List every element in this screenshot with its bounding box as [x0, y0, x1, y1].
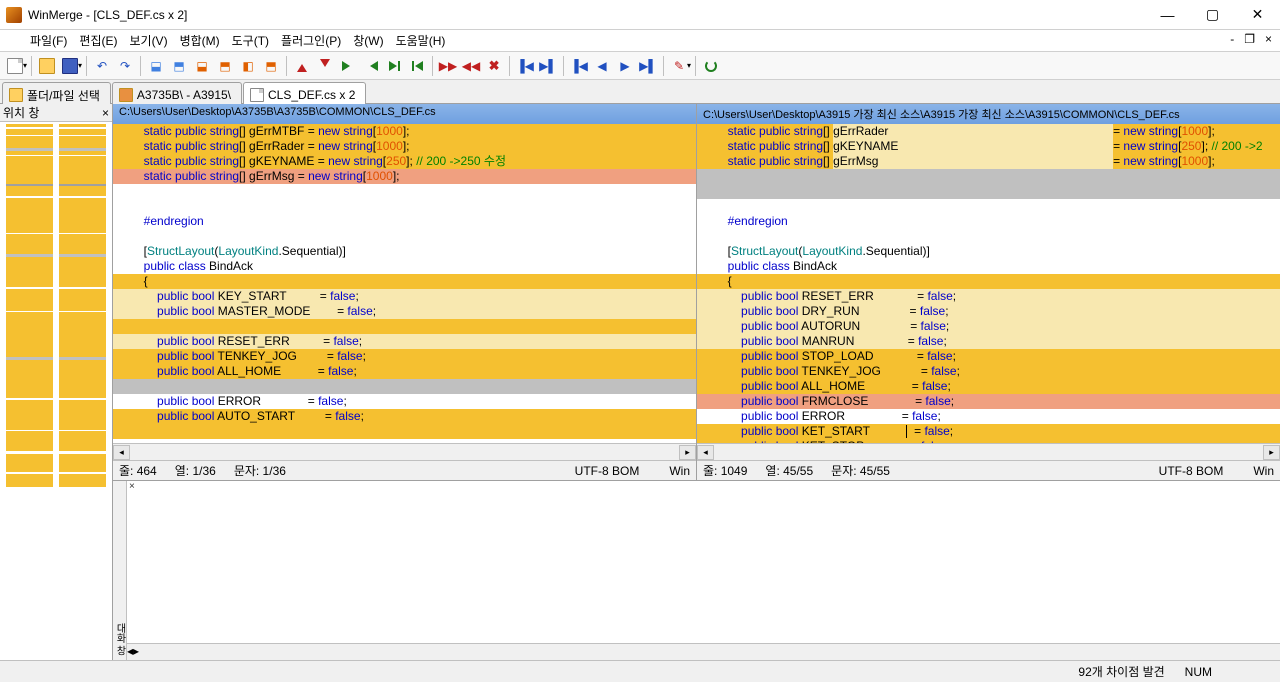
undo-button[interactable]: ↶	[91, 55, 113, 77]
diff-nav-4[interactable]: ⬒	[214, 55, 236, 77]
close-button[interactable]: ✕	[1235, 0, 1280, 29]
delete-button[interactable]: ✖	[483, 55, 505, 77]
window-title: WinMerge - [CLS_DEF.cs x 2]	[28, 8, 1145, 22]
minimize-button[interactable]: —	[1145, 0, 1190, 29]
open-button[interactable]	[36, 55, 58, 77]
location-pane-title: 위치 창 ×	[0, 104, 112, 122]
folder-icon	[9, 88, 23, 102]
last-diff-button[interactable]: ▶▌	[537, 55, 559, 77]
titlebar: WinMerge - [CLS_DEF.cs x 2] — ▢ ✕	[0, 0, 1280, 30]
menu-window[interactable]: 창(W)	[347, 30, 389, 51]
all-right-button[interactable]: ▶▶	[437, 55, 459, 77]
menu-plugins[interactable]: 플러그인(P)	[275, 30, 347, 51]
menu-edit[interactable]: 편집(E)	[73, 30, 123, 51]
diff-count: 92개 차이점 발견	[1078, 663, 1164, 680]
left-code[interactable]: static public string[] gErrMTBF = new st…	[113, 124, 696, 443]
right-hscroll[interactable]: ◂▸	[697, 443, 1280, 460]
refresh-button[interactable]	[700, 55, 722, 77]
diff-nav-1[interactable]: ⬓	[145, 55, 167, 77]
mdi-restore[interactable]: ❐	[1240, 32, 1259, 46]
mdi-minimize[interactable]: -	[1226, 32, 1238, 46]
merge-pane: 대화 창 × ◂▸	[113, 480, 1280, 660]
maximize-button[interactable]: ▢	[1190, 0, 1235, 29]
mdi-icon	[4, 34, 18, 48]
copy-right-adv-button[interactable]	[383, 55, 405, 77]
numlock-indicator: NUM	[1185, 665, 1212, 679]
nav-last[interactable]: ▶▌	[637, 55, 659, 77]
right-pane: C:\Users\User\Desktop\A3915 가장 최신 소스\A39…	[697, 104, 1280, 480]
tab-file-compare[interactable]: CLS_DEF.cs x 2	[243, 82, 366, 104]
merge-pane-label: 대화 창	[113, 481, 127, 660]
menu-merge[interactable]: 병합(M)	[174, 30, 226, 51]
left-pane: C:\Users\User\Desktop\A3735B\A3735B\COMM…	[113, 104, 697, 480]
tab-folder-pair[interactable]: A3735B\ - A3915\	[112, 82, 242, 104]
first-diff-button[interactable]: ▐◀	[514, 55, 536, 77]
left-path: C:\Users\User\Desktop\A3735B\A3735B\COMM…	[113, 104, 696, 124]
diff-area: C:\Users\User\Desktop\A3735B\A3735B\COMM…	[113, 104, 1280, 660]
all-left-button[interactable]: ◀◀	[460, 55, 482, 77]
app-icon	[6, 7, 22, 23]
folder-icon	[119, 88, 133, 102]
menu-view[interactable]: 보기(V)	[123, 30, 173, 51]
tab-folder-select[interactable]: 폴더/파일 선택	[2, 82, 111, 104]
main-area: 위치 창 × C:\Users\User\Desktop\A3735B\A373…	[0, 104, 1280, 660]
tabbar: 폴더/파일 선택 A3735B\ - A3915\ CLS_DEF.cs x 2	[0, 80, 1280, 104]
left-hscroll[interactable]: ◂▸	[113, 443, 696, 460]
copy-left-button[interactable]	[360, 55, 382, 77]
statusbar: 92개 차이점 발견 NUM	[0, 660, 1280, 682]
tab-label: CLS_DEF.cs x 2	[268, 88, 355, 102]
diff-nav-3[interactable]: ⬓	[191, 55, 213, 77]
diff-nav-6[interactable]: ⬒	[260, 55, 282, 77]
menu-tools[interactable]: 도구(T)	[226, 30, 275, 51]
nav-next[interactable]: ▶	[614, 55, 636, 77]
menubar: 파일(F) 편집(E) 보기(V) 병합(M) 도구(T) 플러그인(P) 창(…	[0, 30, 1280, 52]
next-diff-button[interactable]	[314, 55, 336, 77]
diff-nav-5[interactable]: ◧	[237, 55, 259, 77]
right-path: C:\Users\User\Desktop\A3915 가장 최신 소스\A39…	[697, 104, 1280, 124]
location-pane-close[interactable]: ×	[102, 106, 109, 120]
right-code[interactable]: static public string[] gErrRader = new s…	[697, 124, 1280, 443]
nav-prev[interactable]: ◀	[591, 55, 613, 77]
mdi-close[interactable]: ×	[1261, 32, 1276, 46]
merge-close-icon[interactable]: ×	[129, 481, 135, 492]
tab-label: A3735B\ - A3915\	[137, 88, 231, 102]
redo-button[interactable]: ↷	[114, 55, 136, 77]
menu-file[interactable]: 파일(F)	[24, 30, 73, 51]
merge-body[interactable]: × ◂▸	[127, 481, 1280, 660]
new-button[interactable]	[4, 55, 26, 77]
location-pane: 위치 창 ×	[0, 104, 113, 660]
menu-help[interactable]: 도움말(H)	[390, 30, 452, 51]
toolbar: ▾ ▾ ↶ ↷ ⬓ ⬒ ⬓ ⬒ ◧ ⬒ ▶▶ ◀◀ ✖ ▐◀ ▶▌ ▐◀ ◀ ▶…	[0, 52, 1280, 80]
prev-diff-button[interactable]	[291, 55, 313, 77]
copy-left-adv-button[interactable]	[406, 55, 428, 77]
merge-hscroll[interactable]: ◂▸	[127, 643, 1280, 660]
nav-first[interactable]: ▐◀	[568, 55, 590, 77]
tab-label: 폴더/파일 선택	[27, 87, 100, 104]
location-bars[interactable]	[0, 122, 112, 660]
diff-nav-2[interactable]: ⬒	[168, 55, 190, 77]
right-status: 줄: 1049 열: 45/55 문자: 45/55 UTF-8 BOMWin	[697, 460, 1280, 480]
file-icon	[250, 88, 264, 102]
left-status: 줄: 464 열: 1/36 문자: 1/36 UTF-8 BOMWin	[113, 460, 696, 480]
copy-right-button[interactable]	[337, 55, 359, 77]
